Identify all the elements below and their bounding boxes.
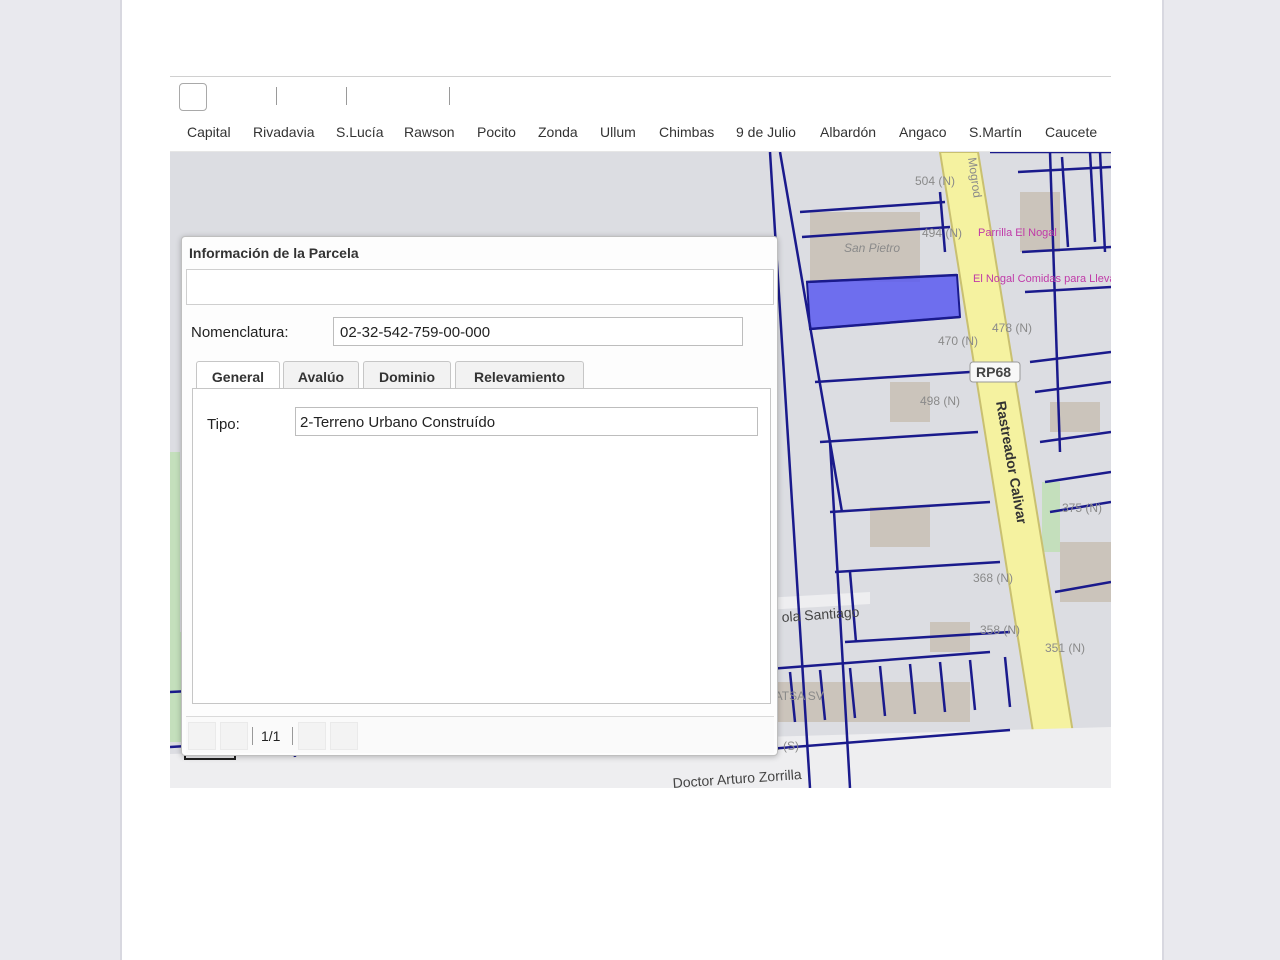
- pager-prev-button[interactable]: [220, 722, 248, 750]
- menu-item-zonda[interactable]: Zonda: [538, 124, 578, 140]
- menu-item-rawson[interactable]: Rawson: [404, 124, 455, 140]
- menu-item-albardon[interactable]: Albardón: [820, 124, 876, 140]
- pager-separator: [252, 727, 253, 745]
- menu-item-capital[interactable]: Capital: [187, 124, 231, 140]
- map-label-478: 478 (N): [992, 321, 1032, 335]
- green-area: [170, 452, 180, 652]
- menu-item-chimbas[interactable]: Chimbas: [659, 124, 714, 140]
- pager: 1/1: [186, 716, 774, 753]
- toolbar-separator: [346, 87, 347, 105]
- menu-item-caucete[interactable]: Caucete: [1045, 124, 1097, 140]
- selected-parcel[interactable]: [805, 273, 962, 331]
- menu-item-pocito[interactable]: Pocito: [477, 124, 516, 140]
- pager-last-button[interactable]: [330, 722, 358, 750]
- map-label-rp68: RP68: [976, 364, 1011, 380]
- nomenclatura-field[interactable]: 02-32-542-759-00-000: [333, 317, 743, 346]
- nomenclatura-label: Nomenclatura:: [191, 324, 289, 341]
- menu-item-9-de-julio[interactable]: 9 de Julio: [736, 124, 796, 140]
- menu-item-ullum[interactable]: Ullum: [600, 124, 636, 140]
- map-label-375: 375 (N): [1062, 501, 1102, 515]
- app-frame: Capital Rivadavia S.Lucía Rawson Pocito …: [170, 76, 1111, 788]
- tipo-field[interactable]: 2-Terreno Urbano Construído: [295, 407, 758, 436]
- dialog-title: Información de la Parcela: [189, 245, 359, 261]
- map-label-el-nogal: El Nogal Comidas para Llevar: [973, 273, 1111, 285]
- department-menu: Capital Rivadavia S.Lucía Rawson Pocito …: [170, 115, 1111, 152]
- toolbar-separator: [276, 87, 277, 105]
- pager-count: 1/1: [261, 728, 281, 744]
- menu-item-san-martin[interactable]: S.Martín: [969, 124, 1022, 140]
- toolbar-separator: [449, 87, 450, 105]
- pager-next-button[interactable]: [298, 722, 326, 750]
- dialog-blank-field: [186, 269, 774, 305]
- tab-avaluo[interactable]: Avalúo: [283, 361, 359, 389]
- menu-item-santa-lucia[interactable]: S.Lucía: [336, 124, 383, 140]
- menu-item-rivadavia[interactable]: Rivadavia: [253, 124, 314, 140]
- tab-general[interactable]: General: [196, 361, 280, 389]
- tab-relevamiento[interactable]: Relevamiento: [455, 361, 584, 389]
- map-label-351: 351 (N): [1045, 641, 1085, 655]
- parcel-info-dialog: Información de la Parcela Nomenclatura: …: [181, 236, 778, 756]
- pager-first-button[interactable]: [188, 722, 216, 750]
- green-area: [1042, 482, 1060, 552]
- general-tab-panel: Tipo: 2-Terreno Urbano Construído: [192, 388, 771, 704]
- map-label-368: 368 (N): [973, 571, 1013, 585]
- map-label-498: 498 (N): [920, 394, 960, 408]
- map-label-494: 494 (N): [922, 226, 962, 240]
- menu-item-angaco[interactable]: Angaco: [899, 124, 946, 140]
- pager-separator: [292, 727, 293, 745]
- toolbar: [170, 76, 1111, 116]
- map-label-504: 504 (N): [915, 174, 955, 188]
- map-label-san-pietro: San Pietro: [844, 241, 900, 255]
- map-label-parrilla: Parrilla El Nogal: [978, 227, 1057, 239]
- toolbar-checkbox[interactable]: [179, 83, 207, 111]
- tipo-label: Tipo:: [207, 416, 240, 433]
- cadastral-map[interactable]: 504 (N) 494 (N) San Pietro 470 (N) 498 (…: [170, 152, 1111, 788]
- map-label-470: 470 (N): [938, 334, 978, 348]
- tab-dominio[interactable]: Dominio: [363, 361, 451, 389]
- map-label-358: 358 (N): [980, 623, 1020, 637]
